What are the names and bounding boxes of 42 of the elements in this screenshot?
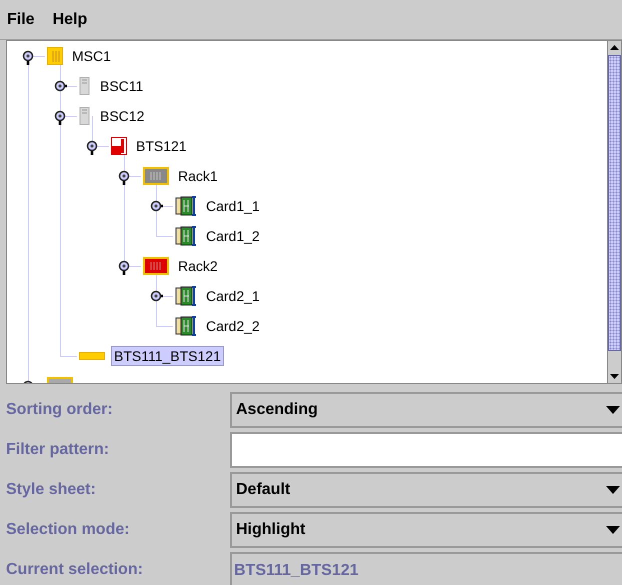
tree-node-label[interactable]: BTS121 [133, 136, 190, 156]
circuit-board-icon [175, 196, 197, 216]
field-label: Style sheet: [5, 480, 97, 500]
dropdown[interactable]: Default [230, 472, 622, 508]
collapse-handle[interactable] [22, 50, 36, 66]
field-label: Selection mode: [5, 520, 131, 540]
dropdown-arrow-icon [606, 526, 620, 534]
dropdown[interactable]: Ascending [230, 392, 622, 428]
tree-node-label[interactable]: BSC11 [97, 76, 146, 96]
scrollbar-thumb[interactable] [608, 55, 621, 351]
tree-node-label[interactable]: Rack1 [175, 166, 221, 186]
server-icon [79, 77, 91, 95]
menu-item[interactable]: File [5, 8, 37, 32]
server-icon [79, 107, 91, 125]
circuit-board-icon [175, 286, 197, 306]
tree-node-label[interactable]: Rack2 [175, 256, 221, 276]
circuit-board-icon [175, 316, 197, 336]
circuit-board-icon [175, 226, 197, 246]
field-label: Filter pattern: [5, 440, 110, 460]
scrollbar[interactable] [607, 41, 621, 383]
dropdown-arrow-icon [606, 486, 620, 494]
dropdown[interactable]: Highlight [230, 512, 622, 548]
cabinet-icon [47, 47, 63, 65]
collapse-handle[interactable] [86, 140, 100, 156]
input-field[interactable] [230, 432, 622, 468]
tree-node-label[interactable]: Card2_2 [203, 316, 263, 336]
collapse-handle[interactable] [118, 170, 132, 186]
station-icon [111, 137, 127, 155]
tree-node-label[interactable]: Card1_1 [203, 196, 263, 216]
tree-node-label[interactable]: Card1_2 [203, 226, 263, 246]
link-bar-icon [79, 352, 105, 360]
tree-node-label[interactable]: BTS111_BTS121 [111, 346, 224, 366]
tree-node-label[interactable]: Card2_1 [203, 286, 263, 306]
field-label: Current selection: [5, 560, 144, 580]
readonly-field: BTS111_BTS121 [230, 552, 622, 585]
collapse-handle[interactable] [54, 110, 68, 126]
field-label: Sorting order: [5, 400, 114, 420]
collapse-handle[interactable] [118, 260, 132, 276]
dropdown-arrow-icon [606, 406, 620, 414]
tree-node-label[interactable]: BSC12 [97, 106, 148, 126]
menu-item[interactable]: Help [50, 8, 90, 32]
tree-node-label[interactable]: MSC1 [69, 46, 114, 66]
